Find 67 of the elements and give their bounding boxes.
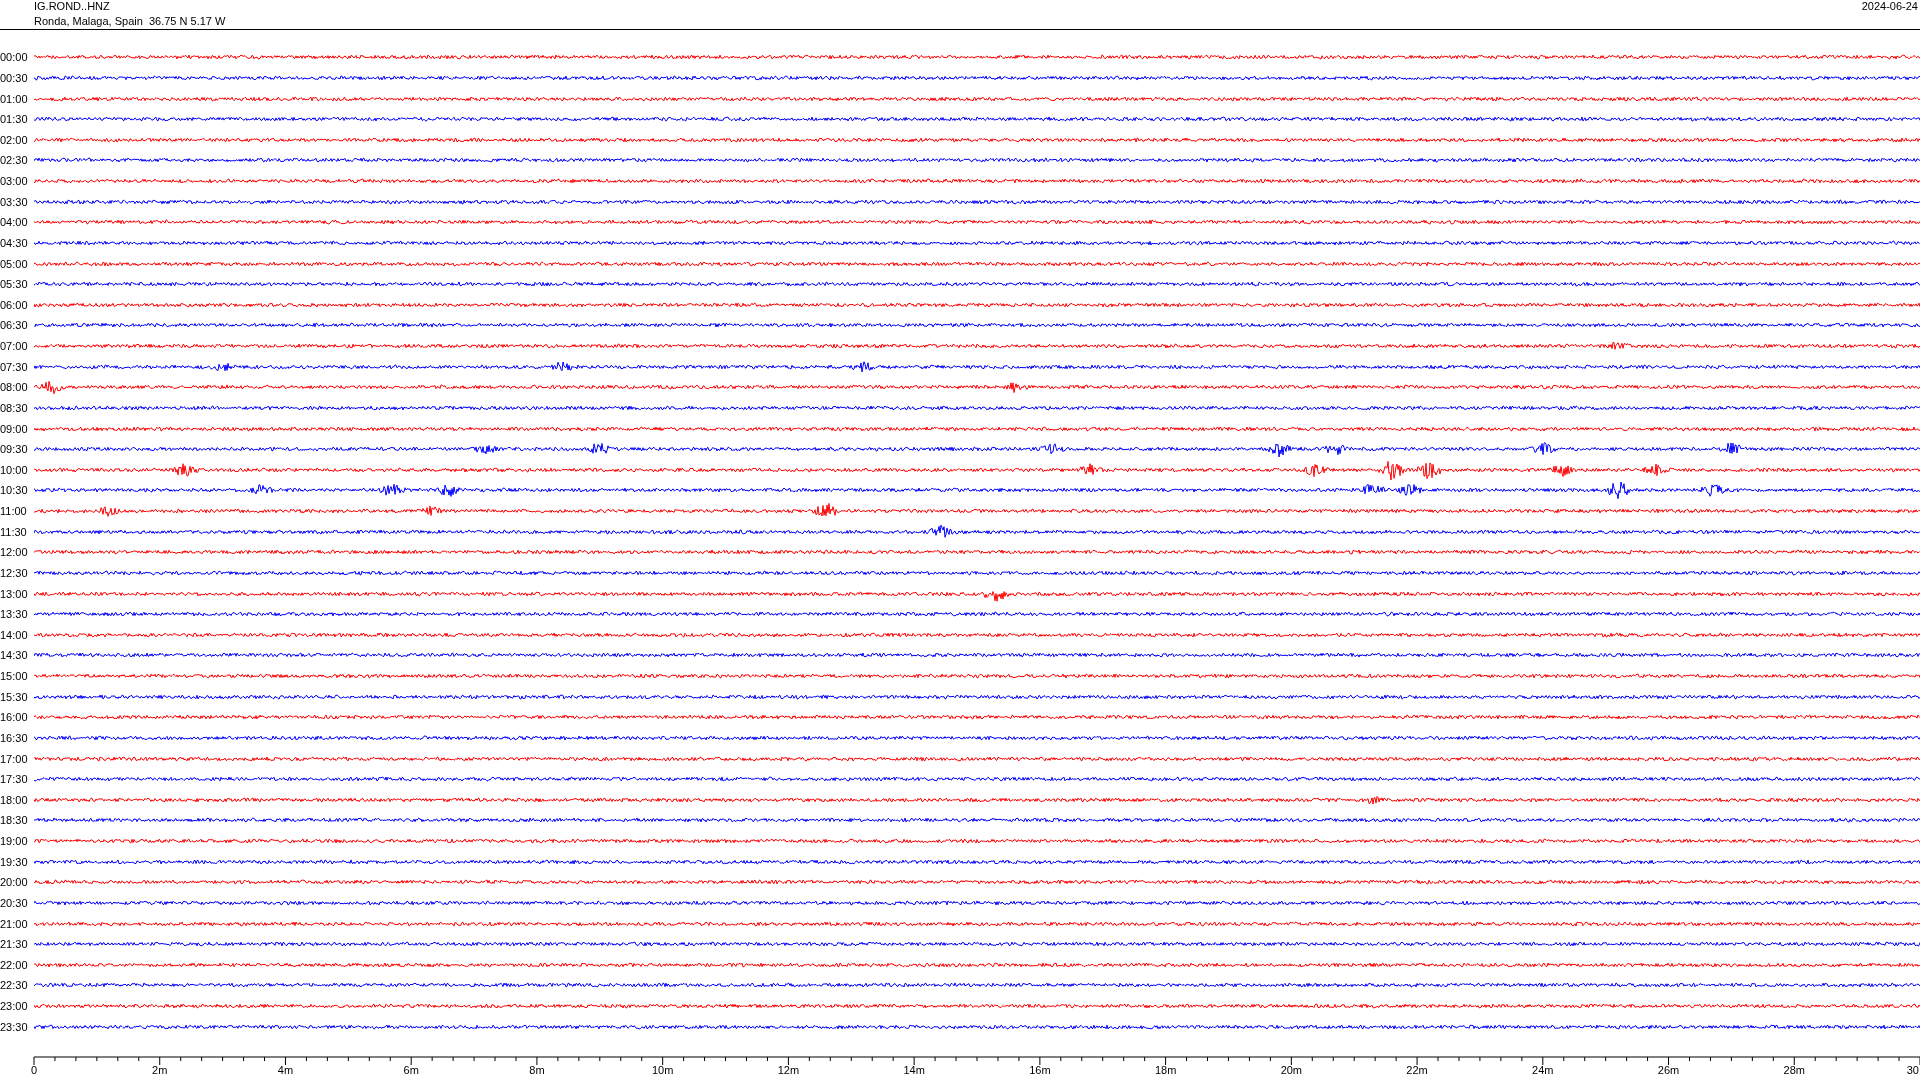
time-label: 10:00 [0, 463, 29, 476]
axis-label: 0 [30, 1064, 38, 1076]
time-label: 19:30 [0, 855, 29, 868]
time-label: 22:00 [0, 958, 29, 971]
plot-date: 2024-06-24 [1861, 0, 1919, 14]
axis-label: 10m [651, 1064, 674, 1076]
time-label: 08:30 [0, 401, 29, 414]
time-label: 02:30 [0, 154, 29, 167]
axis-label: 2m [152, 1064, 168, 1076]
time-label: 16:30 [0, 731, 29, 744]
time-label: 00:30 [0, 71, 29, 84]
time-label: 14:30 [0, 649, 29, 662]
time-label: 02:00 [0, 133, 29, 146]
axis-label: 24m [1532, 1064, 1554, 1076]
axis-label: 4m [277, 1064, 294, 1076]
time-label: 22:30 [0, 979, 29, 992]
time-label: 11:00 [0, 505, 28, 518]
time-label: 15:30 [0, 690, 29, 703]
axis-label: 16m [1029, 1064, 1051, 1076]
axis-label: 12m [777, 1064, 800, 1076]
time-label: 20:00 [0, 876, 29, 889]
axis-label: 6m [403, 1064, 419, 1076]
time-label: 04:30 [0, 236, 29, 249]
time-label: 13:30 [0, 608, 29, 621]
axis-label: 26m [1657, 1064, 1680, 1076]
time-label: 09:00 [0, 422, 29, 435]
time-label: 23:00 [0, 1000, 29, 1013]
axis-label: 20m [1280, 1064, 1303, 1076]
axis-label: 8m [529, 1064, 545, 1076]
time-label: 21:30 [0, 938, 29, 951]
time-label: 01:30 [0, 113, 29, 126]
time-label: 05:30 [0, 278, 29, 291]
time-label: 05:00 [0, 257, 29, 270]
time-label: 20:30 [0, 896, 29, 909]
station-code: IG.ROND..HNZ [34, 0, 111, 13]
time-label: 15:00 [0, 670, 29, 683]
time-label: 10:30 [0, 484, 29, 497]
time-label: 06:30 [0, 319, 29, 332]
time-label: 12:30 [0, 566, 29, 579]
axis-label: 22m [1406, 1064, 1428, 1076]
axis-label: 30 [1906, 1064, 1919, 1076]
time-label: 06:00 [0, 298, 29, 311]
time-label: 11:30 [0, 525, 28, 538]
time-label: 17:30 [0, 773, 29, 786]
axis-label: 14m [903, 1064, 925, 1076]
axis-label: 28m [1783, 1064, 1805, 1076]
time-label: 19:00 [0, 835, 29, 848]
time-label: 23:30 [0, 1020, 29, 1033]
time-label: 07:30 [0, 360, 29, 373]
time-label: 09:30 [0, 443, 29, 456]
time-label: 00:00 [0, 51, 29, 64]
time-label: 14:00 [0, 628, 29, 641]
time-label: 13:00 [0, 587, 29, 600]
time-label: 17:00 [0, 752, 29, 765]
time-label: 12:00 [0, 546, 29, 559]
time-label: 01:00 [0, 92, 29, 105]
time-label: 03:00 [0, 175, 29, 188]
time-label: 18:30 [0, 814, 29, 827]
time-label: 07:00 [0, 340, 29, 353]
time-label: 16:00 [0, 711, 29, 724]
time-label: 21:00 [0, 917, 29, 930]
time-label: 03:30 [0, 195, 29, 208]
station-location: Ronda, Malaga, Spain 36.75 N 5.17 W [34, 15, 226, 28]
time-label: 04:00 [0, 216, 29, 229]
time-label: 18:00 [0, 793, 29, 806]
time-label: 08:00 [0, 381, 29, 394]
axis-label: 18m [1154, 1064, 1177, 1076]
